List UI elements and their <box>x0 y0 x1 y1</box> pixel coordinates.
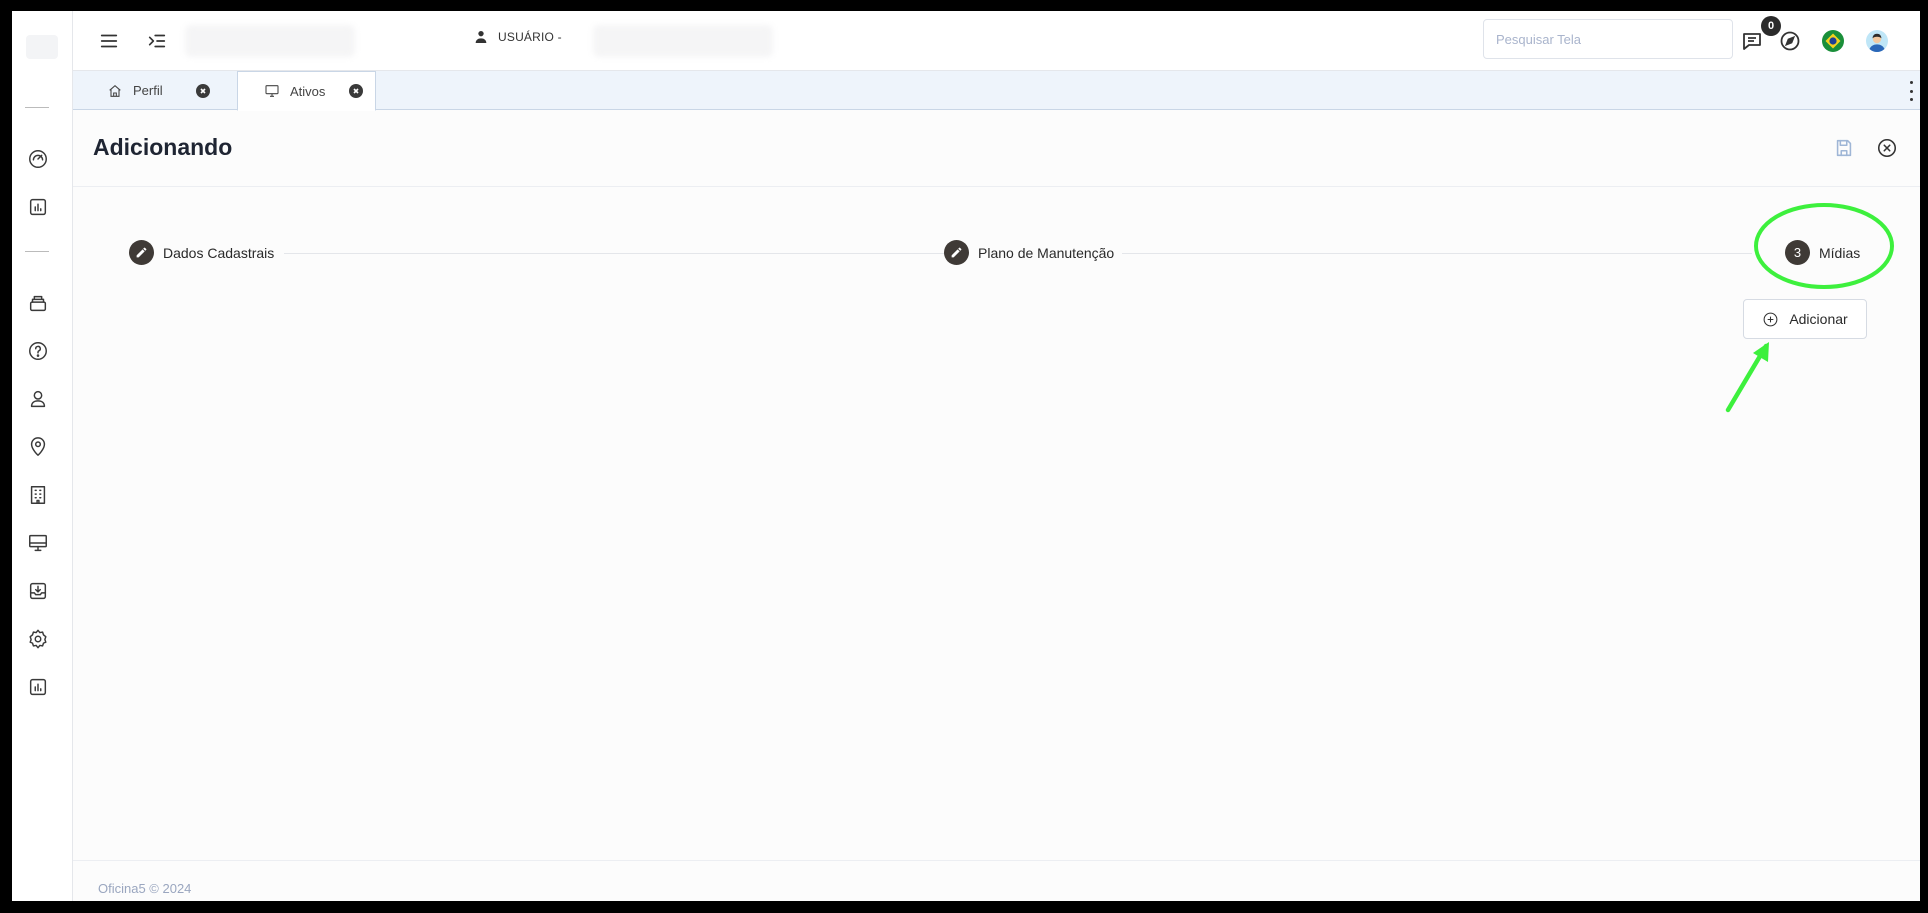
page-title: Adicionando <box>93 134 233 160</box>
header-divider <box>73 186 1920 187</box>
more-options-icon[interactable] <box>1908 81 1914 101</box>
monitor-icon[interactable] <box>26 531 50 555</box>
dashboard-icon[interactable] <box>26 147 50 171</box>
add-media-button[interactable]: Adicionar <box>1743 299 1867 339</box>
tab-ativos[interactable]: Ativos <box>237 71 376 111</box>
chart-icon[interactable] <box>26 195 50 219</box>
close-tab-icon[interactable] <box>349 84 363 98</box>
tab-label: Ativos <box>290 83 326 99</box>
tab-perfil[interactable]: Perfil <box>73 71 213 110</box>
monitor-icon <box>264 83 280 99</box>
building-icon[interactable] <box>26 483 50 507</box>
footer-divider <box>73 860 1920 861</box>
step-midias[interactable]: 3 Mídias <box>1785 240 1860 265</box>
pencil-icon <box>129 240 154 265</box>
app-logo <box>26 35 58 59</box>
location-icon[interactable] <box>26 435 50 459</box>
top-bar: USUÁRIO - 0 <box>73 11 1920 71</box>
user-icon[interactable] <box>26 387 50 411</box>
pencil-icon <box>944 240 969 265</box>
step-dados-cadastrais[interactable]: Dados Cadastrais <box>129 240 274 265</box>
compass-icon[interactable] <box>1776 27 1804 55</box>
search-input[interactable] <box>1483 19 1733 59</box>
home-icon <box>107 83 123 99</box>
close-tab-icon[interactable] <box>196 83 210 98</box>
blurred-user-name <box>593 25 773 57</box>
step-plano-manutencao[interactable]: Plano de Manutenção <box>944 240 1114 265</box>
footer-copyright: Oficina5 © 2024 <box>98 881 192 896</box>
user-label: USUÁRIO - <box>498 30 562 44</box>
inventory-icon[interactable] <box>26 291 50 315</box>
save-icon[interactable] <box>1832 136 1856 160</box>
sidebar <box>12 11 73 901</box>
stepper-connector <box>284 253 944 254</box>
step-label: Dados Cadastrais <box>163 244 275 261</box>
user-info[interactable]: USUÁRIO - <box>473 29 562 45</box>
person-icon <box>475 31 487 43</box>
settings-icon[interactable] <box>26 627 50 651</box>
step-label: Plano de Manutenção <box>978 244 1115 261</box>
step-number: 3 <box>1785 240 1810 265</box>
inbox-icon[interactable] <box>26 579 50 603</box>
tab-label: Perfil <box>133 83 163 98</box>
collapse-menu-icon[interactable] <box>145 29 169 53</box>
tabs-bar: Perfil Ativos <box>73 71 1920 111</box>
annotation-overlay <box>1725 203 1894 413</box>
plus-circle-icon <box>1763 312 1778 326</box>
stepper-connector <box>1122 253 1752 254</box>
close-icon[interactable] <box>1875 136 1899 160</box>
app-window: USUÁRIO - 0 Perfil <box>12 11 1920 901</box>
sidebar-divider <box>25 251 49 252</box>
sidebar-divider <box>25 107 49 108</box>
blurred-company-name <box>185 25 355 57</box>
brazil-flag-icon[interactable] <box>1819 27 1847 55</box>
report-icon[interactable] <box>26 675 50 699</box>
annotation-arrow <box>1725 343 1769 413</box>
add-button-label: Adicionar <box>1789 311 1848 327</box>
annotation-arrowhead <box>1753 342 1769 362</box>
step-label: Mídias <box>1819 244 1861 261</box>
avatar[interactable] <box>1863 27 1891 55</box>
menu-icon[interactable] <box>97 29 121 53</box>
help-icon[interactable] <box>26 339 50 363</box>
